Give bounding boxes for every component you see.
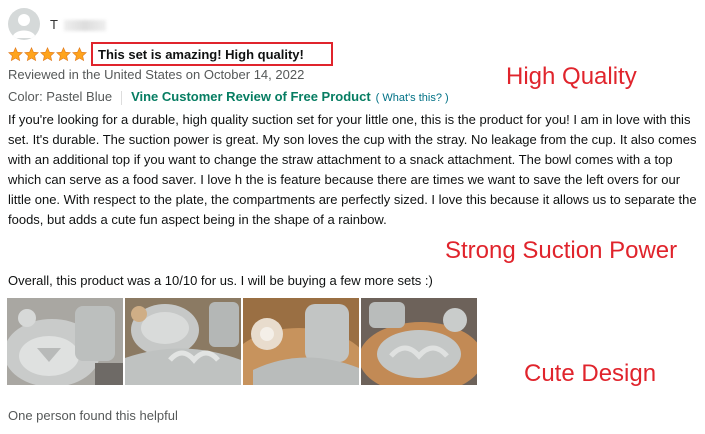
product-photo bbox=[125, 298, 241, 385]
review-body: If you're looking for a durable, high qu… bbox=[8, 112, 697, 227]
review-date: Reviewed in the United States on October… bbox=[8, 67, 305, 82]
divider bbox=[121, 90, 123, 105]
review-images bbox=[7, 298, 477, 385]
review-variant-line: Color: Pastel Blue Vine Customer Review o… bbox=[8, 89, 449, 105]
whats-this-link[interactable]: ( What's this? ) bbox=[376, 92, 449, 104]
review-title[interactable]: This set is amazing! High quality! bbox=[91, 42, 333, 66]
annotation-high-quality: High Quality bbox=[506, 63, 637, 90]
reviewer-avatar[interactable] bbox=[8, 8, 40, 40]
annotation-strong-suction: Strong Suction Power bbox=[445, 237, 678, 264]
star-icon bbox=[56, 47, 71, 62]
review-image-4[interactable] bbox=[361, 298, 477, 385]
helpful-count: One person found this helpful bbox=[8, 408, 178, 423]
review-image-2[interactable] bbox=[125, 298, 241, 385]
star-icon bbox=[72, 47, 87, 62]
blurred-name bbox=[64, 20, 107, 32]
product-photo bbox=[361, 298, 477, 385]
star-icon bbox=[8, 47, 23, 62]
star-icon bbox=[24, 47, 39, 62]
review-image-1[interactable] bbox=[7, 298, 123, 385]
user-avatar-icon bbox=[12, 14, 36, 38]
color-variant[interactable]: Color: Pastel Blue bbox=[8, 89, 112, 104]
star-rating[interactable] bbox=[8, 47, 87, 63]
review-overall: Overall, this product was a 10/10 for us… bbox=[8, 273, 433, 288]
product-photo bbox=[243, 298, 359, 385]
product-photo bbox=[7, 298, 123, 385]
review-image-3[interactable] bbox=[243, 298, 359, 385]
vine-badge: Vine Customer Review of Free Product bbox=[131, 89, 371, 104]
annotation-cute-design: Cute Design bbox=[524, 360, 657, 387]
star-icon bbox=[40, 47, 55, 62]
reviewer-name[interactable]: T bbox=[50, 17, 107, 32]
